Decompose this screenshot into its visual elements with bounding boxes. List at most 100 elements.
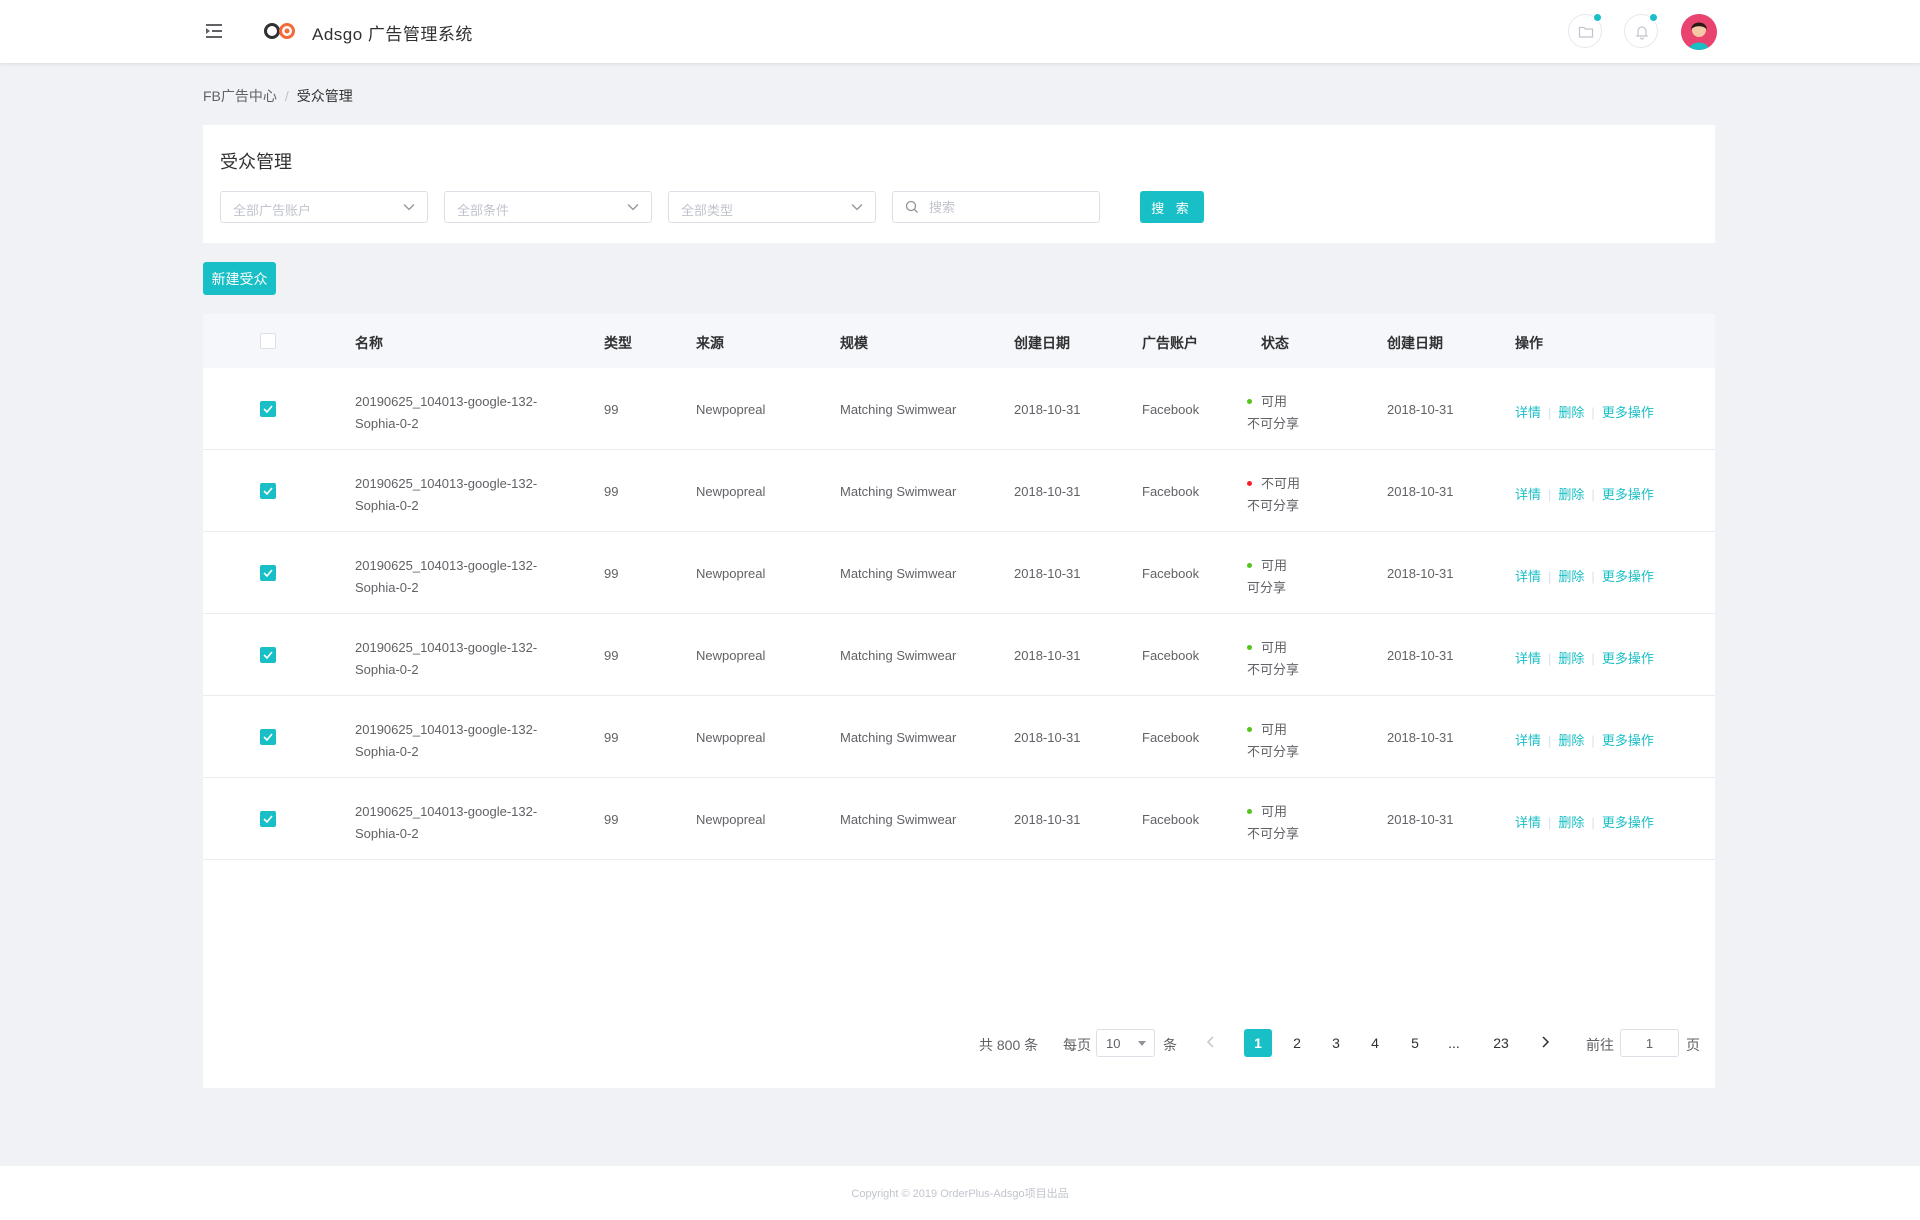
column-header-status: 状态	[1261, 335, 1289, 351]
delete-link[interactable]: 删除	[1558, 733, 1584, 748]
table-row: 20190625_104013-google-132-Sophia-0-2 99…	[203, 696, 1715, 778]
cell-ad-account: Facebook	[1142, 730, 1200, 745]
ad-account-select[interactable]: 全部广告账户	[220, 191, 428, 223]
status-label: 可用	[1261, 394, 1288, 409]
page-23[interactable]: 23	[1483, 1029, 1519, 1057]
status-dot	[1247, 727, 1252, 732]
detail-link[interactable]: 详情	[1515, 651, 1541, 666]
footer: Copyright © 2019 OrderPlus-Adsgo项目出品	[0, 1166, 1920, 1220]
cell-scale: Matching Swimwear	[840, 730, 957, 745]
bell-button[interactable]	[1624, 13, 1658, 48]
cell-type: 99	[604, 484, 619, 499]
more-actions-link[interactable]: 更多操作	[1602, 487, 1654, 502]
detail-link[interactable]: 详情	[1515, 815, 1541, 830]
detail-link[interactable]: 详情	[1515, 569, 1541, 584]
new-audience-button[interactable]: 新建受众	[203, 262, 276, 295]
avatar-image	[1681, 14, 1717, 50]
notification-badge	[1649, 13, 1658, 22]
row-checkbox[interactable]	[260, 811, 276, 827]
more-actions-link[interactable]: 更多操作	[1602, 405, 1654, 420]
more-actions-link[interactable]: 更多操作	[1602, 569, 1654, 584]
more-actions-link[interactable]: 更多操作	[1602, 651, 1654, 666]
share-label: 不可分享	[1247, 498, 1300, 513]
column-header-name: 名称	[355, 335, 383, 351]
delete-link[interactable]: 删除	[1558, 487, 1584, 502]
folder-button[interactable]	[1568, 13, 1602, 48]
share-label: 不可分享	[1247, 416, 1300, 431]
row-checkbox[interactable]	[260, 647, 276, 663]
cell-created-date-2: 2018-10-31	[1387, 566, 1454, 581]
next-page-icon[interactable]	[1537, 1033, 1553, 1051]
select-all-checkbox[interactable]	[260, 333, 276, 349]
cell-ad-account: Facebook	[1142, 566, 1200, 581]
chevron-down-icon	[851, 204, 863, 211]
search-icon	[905, 200, 918, 213]
cell-source: Newpopreal	[696, 648, 766, 663]
detail-link[interactable]: 详情	[1515, 405, 1541, 420]
search-input[interactable]	[892, 191, 1100, 223]
status-dot	[1247, 399, 1252, 404]
page-5[interactable]: 5	[1401, 1029, 1429, 1057]
logo	[264, 23, 295, 39]
check-icon	[263, 651, 273, 659]
chevron-down-icon	[627, 204, 639, 211]
share-label: 可分享	[1247, 580, 1287, 595]
row-checkbox[interactable]	[260, 565, 276, 581]
detail-link[interactable]: 详情	[1515, 733, 1541, 748]
breadcrumb: FB广告中心 / 受众管理	[203, 86, 353, 106]
share-label: 不可分享	[1247, 826, 1300, 841]
ad-account-select-placeholder: 全部广告账户	[233, 203, 312, 218]
page-3[interactable]: 3	[1322, 1029, 1350, 1057]
caret-down-icon	[1138, 1041, 1146, 1046]
page-2[interactable]: 2	[1283, 1029, 1311, 1057]
breadcrumb-fb-ad-center[interactable]: FB广告中心	[203, 88, 277, 104]
delete-link[interactable]: 删除	[1558, 651, 1584, 666]
condition-select[interactable]: 全部条件	[444, 191, 652, 223]
folder-icon	[1578, 26, 1594, 38]
per-page-label: 每页	[1063, 1037, 1091, 1053]
row-checkbox[interactable]	[260, 483, 276, 499]
share-label: 不可分享	[1247, 662, 1300, 677]
cell-type: 99	[604, 402, 619, 417]
page-1[interactable]: 1	[1244, 1029, 1272, 1057]
per-page-value: 10	[1106, 1036, 1121, 1051]
cell-source: Newpopreal	[696, 812, 766, 827]
cell-created-date: 2018-10-31	[1014, 402, 1081, 417]
cell-created-date-2: 2018-10-31	[1387, 484, 1454, 499]
status-dot	[1247, 563, 1252, 568]
cell-status: 可用 不可分享	[1247, 391, 1347, 435]
per-page-unit: 条	[1163, 1037, 1177, 1053]
search-button[interactable]: 搜 索	[1140, 191, 1204, 223]
page-4[interactable]: 4	[1361, 1029, 1389, 1057]
delete-link[interactable]: 删除	[1558, 569, 1584, 584]
cell-ad-account: Facebook	[1142, 402, 1200, 417]
type-select[interactable]: 全部类型	[668, 191, 876, 223]
cell-ad-account: Facebook	[1142, 648, 1200, 663]
cell-name: 20190625_104013-google-132-Sophia-0-2	[355, 558, 538, 595]
more-actions-link[interactable]: 更多操作	[1602, 733, 1654, 748]
cell-created-date: 2018-10-31	[1014, 484, 1081, 499]
row-checkbox[interactable]	[260, 729, 276, 745]
check-icon	[263, 405, 273, 413]
page-ellipsis[interactable]: ...	[1440, 1029, 1468, 1057]
more-actions-link[interactable]: 更多操作	[1602, 815, 1654, 830]
table-row: 20190625_104013-google-132-Sophia-0-2 99…	[203, 532, 1715, 614]
prev-page-icon[interactable]	[1203, 1033, 1219, 1051]
cell-source: Newpopreal	[696, 730, 766, 745]
per-page-select[interactable]: 10	[1096, 1029, 1155, 1057]
pagination: 共 800 条 每页 10 条 1 2 3 4 5 ... 23 前往 页	[203, 1027, 1715, 1057]
row-checkbox[interactable]	[260, 401, 276, 417]
column-header-created-date-2: 创建日期	[1387, 335, 1443, 351]
table-header: 名称 类型 来源 规模 创建日期 广告账户 状态 创建日期 操作	[203, 314, 1715, 368]
goto-page-input[interactable]	[1620, 1029, 1679, 1057]
avatar[interactable]	[1681, 14, 1717, 50]
menu-fold-icon[interactable]	[203, 22, 225, 40]
cell-created-date: 2018-10-31	[1014, 566, 1081, 581]
delete-link[interactable]: 删除	[1558, 815, 1584, 830]
check-icon	[263, 815, 273, 823]
delete-link[interactable]: 删除	[1558, 405, 1584, 420]
column-header-scale: 规模	[840, 335, 868, 351]
goto-unit: 页	[1686, 1037, 1700, 1053]
cell-name: 20190625_104013-google-132-Sophia-0-2	[355, 640, 538, 677]
detail-link[interactable]: 详情	[1515, 487, 1541, 502]
